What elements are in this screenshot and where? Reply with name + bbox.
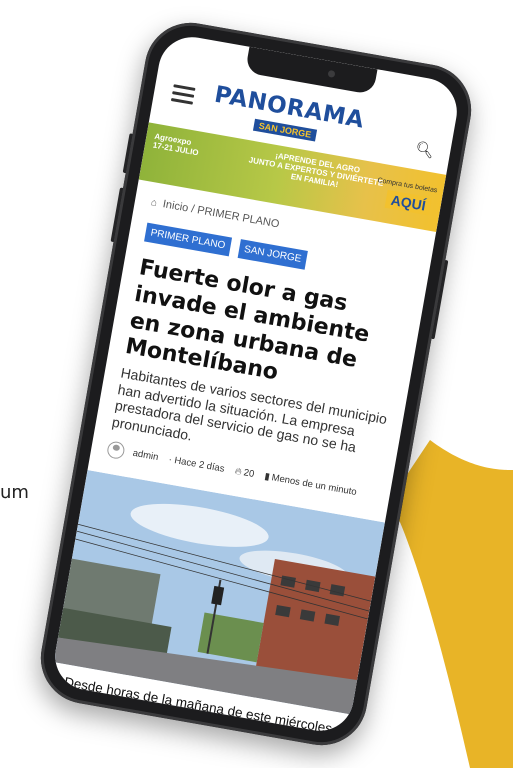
author-name[interactable]: admin <box>132 448 159 463</box>
read-time: Menos de un minuto <box>270 472 358 499</box>
fire-icon: 🔥︎ <box>233 465 243 478</box>
search-icon[interactable]: 🔍︎ <box>414 139 436 160</box>
ad-cta-button[interactable]: AQUÍ <box>384 189 433 216</box>
publish-time: · Hace 2 días <box>167 454 226 475</box>
avatar-icon <box>106 440 126 461</box>
bookmark-icon: ▮ <box>263 470 271 483</box>
ad-right-small: Compra tus boletas <box>376 177 438 195</box>
article-photo <box>53 470 385 715</box>
ad-left-block: Agroexpo 17-21 JULIO <box>152 132 201 158</box>
background-partial-text: um <box>0 482 29 503</box>
breadcrumb-home-link[interactable]: Inicio <box>162 198 189 214</box>
breadcrumb-separator: / <box>190 203 196 216</box>
breadcrumb-section: PRIMER PLANO <box>196 204 281 231</box>
home-icon: ⌂ <box>149 197 158 209</box>
view-count: 20 <box>242 467 256 480</box>
camera-icon <box>327 69 336 78</box>
hamburger-menu-icon[interactable] <box>170 84 196 105</box>
tag-primer-plano[interactable]: PRIMER PLANO <box>144 222 232 257</box>
tag-san-jorge[interactable]: SAN JORGE <box>237 239 308 270</box>
